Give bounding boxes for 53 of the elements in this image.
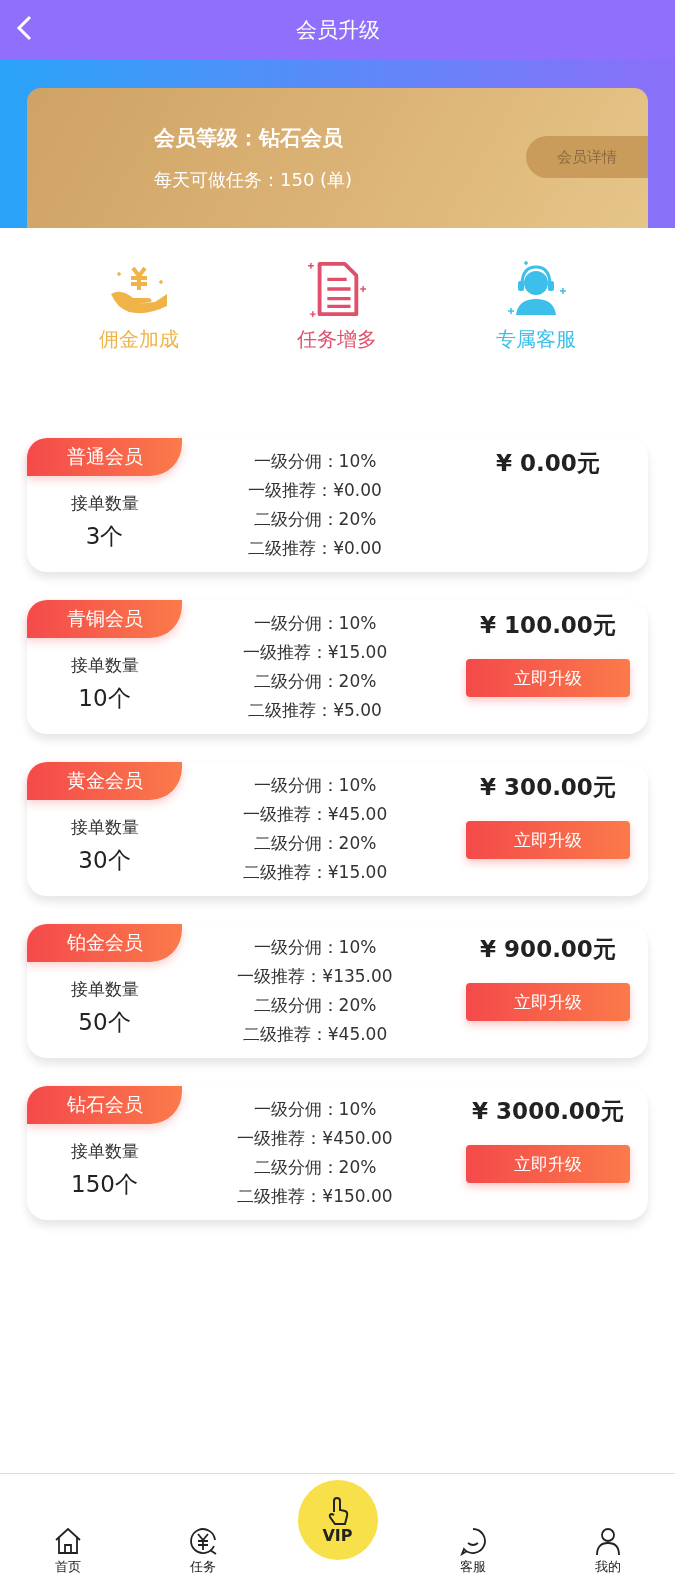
level-badge: 普通会员 [27,438,182,476]
commission-text: 二级推荐：¥15.00 [242,861,388,884]
level-price: ¥ 3000.00元 [472,1097,624,1126]
commission-text: 二级分佣：20% [253,832,377,855]
commission-text: 二级分佣：20% [253,670,377,693]
commission-text: 二级推荐：¥45.00 [242,1023,388,1046]
commission-text: 一级分佣：10% [253,450,377,473]
level-badge: 钻石会员 [27,1086,182,1124]
orders-label: 接单数量 [70,654,139,677]
level-price: ¥ 0.00元 [496,449,600,478]
orders-count: 10个 [78,684,131,713]
commission-text: 二级分佣：20% [253,994,377,1017]
feature-label: 专属客服 [495,326,576,353]
orders-count: 150个 [71,1170,138,1199]
orders-label: 接单数量 [70,492,139,515]
feature-label: 佣金加成 [99,326,180,353]
smile-bubble-icon [457,1526,488,1556]
commission-text: 一级推荐：¥45.00 [242,803,388,826]
commission-text: 一级分佣：10% [253,1098,377,1121]
level-badge: 黄金会员 [27,762,182,800]
commission-text: 一级推荐：¥450.00 [237,1127,393,1150]
nav-tab[interactable]: 首页 [0,1525,135,1580]
level-badge: 铂金会员 [27,924,182,962]
page-title: 会员升级 [295,17,380,44]
commission-text: 二级分佣：20% [253,1156,377,1179]
commission-text: 一级推荐：¥135.00 [237,965,393,988]
commission-text: 二级推荐：¥0.00 [248,537,382,560]
orders-count: 3个 [85,522,124,551]
commission-text: 一级分佣：10% [253,774,377,797]
orders-count: 50个 [78,1008,131,1037]
level-price: ¥ 300.00元 [480,773,616,802]
level-price: ¥ 100.00元 [480,611,616,640]
nav-tab[interactable]: 客服 [405,1525,540,1580]
orders-label: 接单数量 [70,978,139,1001]
commission-text: 二级分佣：20% [253,508,377,531]
daily-tasks-text: 每天可做任务：150 (单) [154,168,354,192]
commission-text: 一级推荐：¥0.00 [248,479,382,502]
commission-text: 一级分佣：10% [253,612,377,635]
commission-text: 二级推荐：¥150.00 [237,1185,393,1208]
orders-label: 接单数量 [70,1140,139,1163]
feature-label: 任务增多 [297,326,378,353]
vip-button[interactable]: VIP [297,1480,378,1560]
yen-circle-icon [187,1526,218,1556]
nav-tab[interactable]: 我的 [540,1525,675,1580]
commission-text: 一级分佣：10% [253,936,377,959]
commission-text: 一级推荐：¥15.00 [242,641,388,664]
orders-label: 接单数量 [70,816,139,839]
level-price: ¥ 900.00元 [480,935,616,964]
commission-text: 二级推荐：¥5.00 [248,699,382,722]
orders-count: 30个 [78,846,131,875]
level-badge: 青铜会员 [27,600,182,638]
member-level-text: 会员等级：钻石会员 [154,125,344,152]
nav-tab[interactable]: 任务 [135,1525,270,1580]
